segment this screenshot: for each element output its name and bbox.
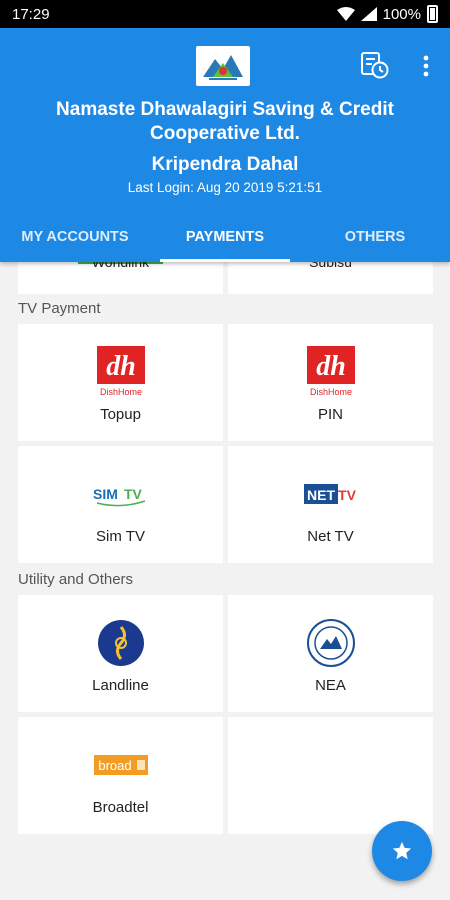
payments-content[interactable]: Worldlink Subisu TV Payment dh DishHome … xyxy=(0,262,450,900)
svg-text:DishHome: DishHome xyxy=(309,387,351,397)
service-label: Subisu xyxy=(309,262,352,270)
svg-text:TV: TV xyxy=(338,487,357,503)
service-label: PIN xyxy=(317,406,343,423)
service-card-pin[interactable]: dh DishHome PIN xyxy=(228,324,433,441)
service-label: Topup xyxy=(100,406,141,423)
tab-bar: MY ACCOUNTS PAYMENTS OTHERS xyxy=(0,224,450,262)
bank-logo xyxy=(196,46,250,86)
last-login: Last Login: Aug 20 2019 5:21:51 xyxy=(127,180,323,195)
service-label: Net TV xyxy=(307,528,354,545)
service-card-worldlink[interactable]: Worldlink xyxy=(18,262,223,294)
simtv-icon: SIM TV xyxy=(91,468,151,520)
tab-payments[interactable]: PAYMENTS xyxy=(150,224,300,262)
service-label: Broadtel xyxy=(92,799,149,816)
status-bar: 17:29 100% xyxy=(0,0,450,28)
svg-text:dh: dh xyxy=(316,351,346,382)
section-title-utility: Utility and Others xyxy=(18,571,134,588)
bank-name: Namaste Dhawalagiri Saving & Credit Coop… xyxy=(56,99,394,144)
statement-history-icon[interactable] xyxy=(360,50,390,85)
ntc-icon xyxy=(97,617,145,669)
star-icon xyxy=(392,841,412,860)
tab-my-accounts[interactable]: MY ACCOUNTS xyxy=(0,224,150,262)
status-time: 17:29 xyxy=(12,5,50,23)
nettv-icon: NET TV xyxy=(303,468,359,520)
wifi-icon xyxy=(336,7,355,21)
dishhome-icon: dh DishHome xyxy=(96,346,146,398)
tab-others[interactable]: OTHERS xyxy=(300,224,450,262)
service-card-nea[interactable]: NEA xyxy=(228,595,433,712)
battery-percent: 100% xyxy=(382,5,421,23)
section-title-tv-payment: TV Payment xyxy=(18,300,101,317)
active-tab-indicator xyxy=(160,259,290,262)
svg-text:SIM: SIM xyxy=(93,486,118,502)
battery-icon xyxy=(427,5,438,23)
signal-icon xyxy=(360,7,377,21)
svg-text:TV: TV xyxy=(124,486,143,502)
broadtel-icon: broad xyxy=(93,739,149,791)
svg-text:dh: dh xyxy=(106,351,136,382)
svg-text:DishHome: DishHome xyxy=(99,387,141,397)
service-card-net-tv[interactable]: NET TV Net TV xyxy=(228,446,433,563)
svg-text:broad: broad xyxy=(98,758,131,773)
service-card-sim-tv[interactable]: SIM TV Sim TV xyxy=(18,446,223,563)
service-label: Worldlink xyxy=(91,262,150,270)
service-card-landline[interactable]: Landline xyxy=(18,595,223,712)
empty-card xyxy=(228,717,433,834)
dishhome-icon: dh DishHome xyxy=(306,346,356,398)
more-options-icon[interactable] xyxy=(418,54,434,83)
service-label: Sim TV xyxy=(96,528,145,545)
service-label: Landline xyxy=(92,677,149,694)
user-name: Kripendra Dahal xyxy=(151,154,299,175)
nea-icon xyxy=(306,617,356,669)
svg-text:NET: NET xyxy=(307,487,335,503)
service-card-broadtel[interactable]: broad Broadtel xyxy=(18,717,223,834)
service-label: NEA xyxy=(315,677,346,694)
service-card-topup[interactable]: dh DishHome Topup xyxy=(18,324,223,441)
favorites-fab[interactable] xyxy=(372,821,432,881)
service-card-subisu[interactable]: Subisu xyxy=(228,262,433,294)
app-header: Namaste Dhawalagiri Saving & Credit Coop… xyxy=(0,28,450,262)
